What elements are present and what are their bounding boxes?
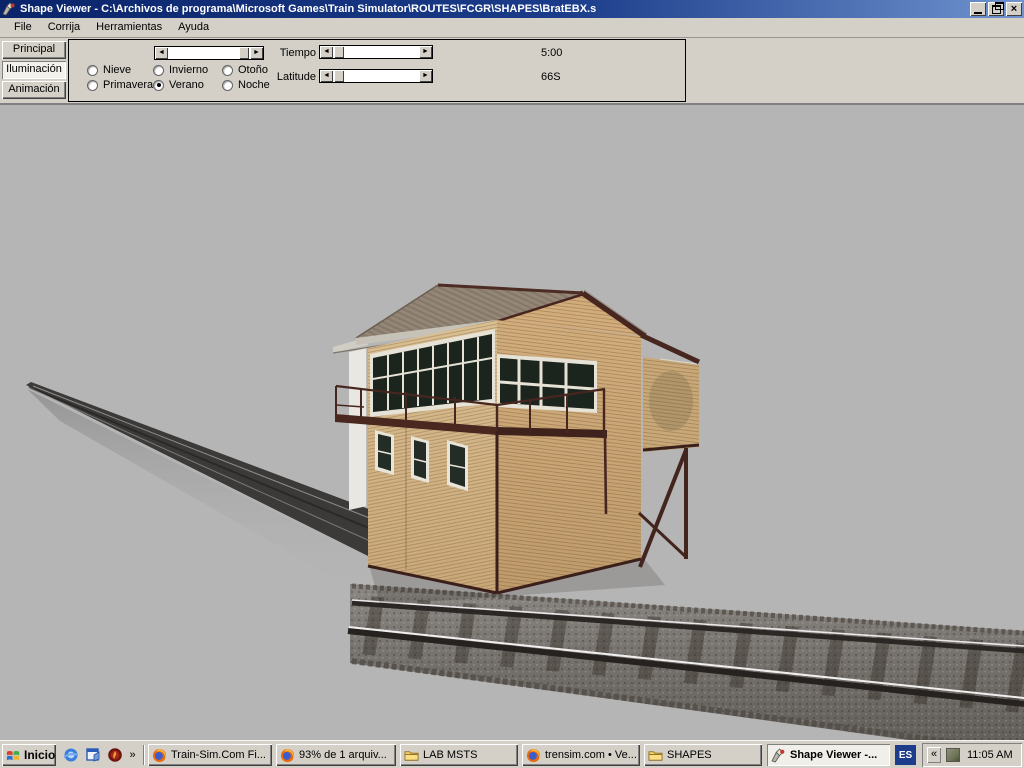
viewport-3d-scene	[0, 105, 1024, 741]
radio-primavera[interactable]: Primavera	[87, 79, 153, 91]
taskbar-button-trensim[interactable]: trensim.com • Ve...	[522, 744, 640, 766]
restore-icon	[992, 5, 1001, 14]
scroll-left-icon[interactable]: ◄	[320, 70, 333, 82]
restore-button[interactable]	[988, 2, 1004, 16]
viewport-3d[interactable]	[0, 104, 1024, 740]
radio-noche[interactable]: Noche	[222, 79, 270, 91]
firefox-icon	[526, 748, 541, 763]
taskbar-separator	[143, 745, 145, 765]
taskbar-button-label: trensim.com • Ve...	[545, 749, 637, 761]
taskbar-button-label: SHAPES	[667, 749, 712, 761]
close-icon: ×	[1011, 4, 1017, 14]
folder-icon	[648, 748, 663, 763]
firefox-icon	[152, 748, 167, 763]
lighting-panel: Brillo ◄ ► Tiempo ◄ ► 5:00 Latitude ◄ ► …	[68, 39, 686, 102]
upper-windows-right	[497, 354, 597, 413]
menu-file[interactable]: File	[6, 19, 40, 36]
windows-flag-icon	[6, 748, 21, 763]
minimize-button[interactable]	[970, 2, 986, 16]
time-label: Tiempo	[272, 47, 316, 59]
taskbar-button-label: LAB MSTS	[423, 749, 477, 761]
language-indicator[interactable]: ES	[895, 745, 916, 765]
app-icon	[2, 2, 16, 16]
radio-circle-icon	[87, 80, 98, 91]
corner-white-strip	[349, 348, 367, 510]
internet-explorer-icon	[63, 747, 79, 763]
tab-principal[interactable]: Principal	[2, 41, 66, 59]
firefox-icon	[280, 748, 295, 763]
taskbar-button-download[interactable]: 93% de 1 arquiv...	[276, 744, 396, 766]
minimize-icon	[974, 12, 982, 14]
time-thumb[interactable]	[334, 46, 344, 58]
start-button[interactable]: Inicio	[2, 744, 56, 766]
taskbar-button-shapes[interactable]: SHAPES	[644, 744, 762, 766]
radio-circle-icon	[222, 80, 233, 91]
radio-circle-icon	[222, 65, 233, 76]
latitude-value: 66S	[541, 71, 561, 83]
scroll-left-icon[interactable]: ◄	[320, 46, 333, 58]
scroll-right-icon[interactable]: ►	[419, 70, 432, 82]
quicklaunch-flame[interactable]	[106, 746, 123, 763]
tab-iluminacion[interactable]: Iluminación	[2, 61, 66, 79]
window-title: Shape Viewer - C:\Archivos de programa\M…	[20, 3, 968, 15]
time-scrollbar[interactable]: ◄ ►	[319, 45, 433, 59]
menu-ayuda[interactable]: Ayuda	[170, 19, 217, 36]
folder-icon	[404, 748, 419, 763]
radio-verano[interactable]: Verano	[153, 79, 204, 91]
title-bar[interactable]: Shape Viewer - C:\Archivos de programa\M…	[0, 0, 1024, 18]
scroll-right-icon[interactable]: ►	[419, 46, 432, 58]
taskbar-button-label: Shape Viewer -...	[790, 749, 877, 761]
shape-viewer-icon	[771, 748, 786, 763]
taskbar: Inicio » Train-Sim.Com Fi...	[0, 740, 1024, 768]
time-value: 5:00	[541, 47, 562, 59]
quicklaunch-desktop[interactable]	[84, 746, 101, 763]
latitude-scrollbar[interactable]: ◄ ►	[319, 69, 433, 83]
taskbar-button-trainsim[interactable]: Train-Sim.Com Fi...	[148, 744, 272, 766]
tray-clock: 11:05 AM	[967, 749, 1013, 761]
scroll-left-icon[interactable]: ◄	[155, 47, 168, 59]
radio-otono[interactable]: Otoño	[222, 64, 268, 76]
menu-corrija[interactable]: Corrija	[40, 19, 88, 36]
radio-circle-icon	[87, 65, 98, 76]
close-button[interactable]: ×	[1006, 2, 1022, 16]
brightness-thumb[interactable]	[239, 47, 249, 59]
radio-nieve[interactable]: Nieve	[87, 64, 131, 76]
taskbar-button-label: 93% de 1 arquiv...	[299, 749, 387, 761]
tab-animacion[interactable]: Animación	[2, 81, 66, 99]
quicklaunch-ie[interactable]	[62, 746, 79, 763]
radio-circle-icon	[153, 65, 164, 76]
taskbar-button-shapeviewer[interactable]: Shape Viewer -...	[767, 744, 890, 766]
tray-chevron-icon[interactable]: «	[927, 747, 941, 763]
quicklaunch-overflow-chevron[interactable]: »	[126, 746, 139, 763]
menu-bar: File Corrija Herramientas Ayuda	[0, 18, 1024, 38]
start-label: Inicio	[24, 748, 55, 762]
latitude-thumb[interactable]	[334, 70, 344, 82]
menu-herramientas[interactable]: Herramientas	[88, 19, 170, 36]
latitude-label: Latitude	[266, 71, 316, 83]
scroll-right-icon[interactable]: ►	[250, 47, 263, 59]
tray-app-icon[interactable]	[946, 748, 960, 762]
flame-ball-icon	[107, 747, 123, 763]
taskbar-button-label: Train-Sim.Com Fi...	[171, 749, 266, 761]
radio-invierno[interactable]: Invierno	[153, 64, 208, 76]
system-tray: « 11:05 AM	[922, 743, 1022, 767]
window-document-icon	[85, 747, 101, 763]
taskbar-button-labmsts[interactable]: LAB MSTS	[400, 744, 518, 766]
control-strip: Principal Iluminación Animación Brillo ◄…	[0, 38, 1024, 104]
brightness-scrollbar[interactable]: ◄ ►	[154, 46, 264, 60]
radio-circle-icon	[153, 80, 164, 91]
